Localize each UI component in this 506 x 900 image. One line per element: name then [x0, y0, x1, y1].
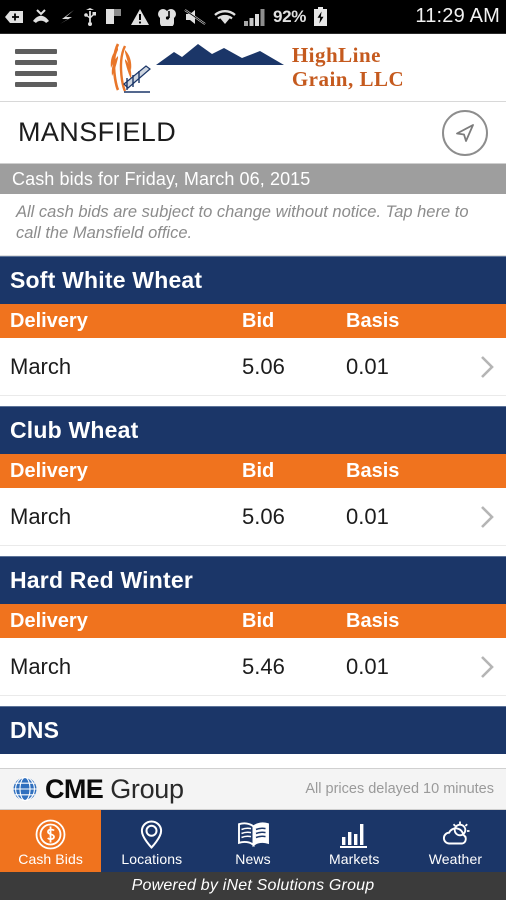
table-row[interactable]: March 5.06 0.01 [0, 488, 506, 546]
cme-globe-icon [13, 776, 37, 802]
cash-bids-list[interactable]: Soft White Wheat Delivery Bid Basis Marc… [0, 256, 506, 768]
commodity-name: Club Wheat [10, 417, 139, 443]
disclaimer-text: All cash bids are subject to change with… [16, 203, 469, 243]
logo-mark-icon [110, 42, 151, 93]
tab-label: Cash Bids [18, 851, 83, 867]
logo-mountain-icon [155, 43, 284, 65]
tab-cash-bids[interactable]: Cash Bids [0, 810, 102, 872]
cell-delivery: March [10, 653, 72, 679]
flag-icon [106, 8, 121, 24]
commodity-name: Soft White Wheat [10, 267, 203, 293]
navigation-arrow-icon[interactable] [442, 109, 488, 156]
back-plus-icon [5, 10, 23, 23]
tab-markets[interactable]: Markets [304, 810, 405, 872]
logo-line-1: HighLine [291, 43, 382, 67]
sun-cloud-icon [439, 818, 472, 850]
dollar-coin-icon [35, 818, 66, 850]
column-header-basis: Basis [346, 609, 400, 632]
location-title-bar: MANSFIELD [0, 102, 506, 164]
game-music-icon [158, 8, 176, 26]
android-status-bar: 92% 11:29 AM [0, 0, 506, 34]
battery-percent-label: 92% [273, 6, 307, 26]
column-header-row: Delivery Bid Basis [0, 304, 506, 338]
highline-grain-logo: HighLine Grain, LLC [0, 40, 506, 96]
section-spacer [0, 396, 506, 406]
bar-chart-icon [339, 818, 370, 850]
column-header-row: Delivery Bid Basis [0, 454, 506, 488]
status-bar-right: 11:29 AM [411, 5, 500, 28]
cell-delivery: March [10, 353, 72, 379]
cell-bid: 5.06 [242, 353, 285, 379]
cell-basis: 0.01 [346, 503, 389, 529]
column-header-delivery: Delivery [10, 609, 88, 632]
cell-basis: 0.01 [346, 353, 389, 379]
tab-label: Weather [428, 851, 483, 867]
missed-call-icon [33, 8, 49, 23]
app-header: HighLine Grain, LLC [0, 34, 506, 102]
commodity-header: DNS [0, 706, 506, 754]
column-header-bid: Bid [242, 309, 275, 332]
cell-bid: 5.06 [242, 503, 285, 529]
clock-label: 11:29 AM [415, 5, 500, 27]
cash-bids-date-bar: Cash bids for Friday, March 06, 2015 [0, 164, 506, 194]
tab-label: Locations [121, 851, 183, 867]
commodity-header: Soft White Wheat [0, 256, 506, 304]
commodity-header: Club Wheat [0, 406, 506, 454]
app-root: 92% 11:29 AM HighLine Grain, LLC MANSFIE… [0, 0, 506, 900]
tab-label: Markets [328, 851, 380, 867]
chevron-right-icon [454, 653, 496, 681]
mute-icon [184, 8, 206, 25]
disclaimer-tap-to-call[interactable]: All cash bids are subject to change with… [0, 194, 506, 256]
column-header-basis: Basis [346, 309, 400, 332]
map-pin-icon [136, 818, 167, 850]
warning-icon [131, 8, 149, 25]
cme-brand-bold: CME [45, 773, 104, 804]
commodity-name: DNS [10, 717, 60, 743]
powered-by-footer: Powered by iNet Solutions Group [0, 872, 506, 900]
column-header-basis: Basis [346, 459, 400, 482]
usb-icon [84, 7, 96, 26]
powered-by-label: Powered by iNet Solutions Group [131, 877, 375, 894]
logo-wordmark: HighLine Grain, LLC [292, 45, 404, 90]
table-row[interactable]: March 5.46 0.01 [0, 638, 506, 696]
cme-group-bar: CME Group All prices delayed 10 minutes [0, 768, 506, 810]
cell-delivery: March [10, 503, 72, 529]
column-header-bid: Bid [242, 459, 275, 482]
sprint-logo-icon [60, 9, 74, 24]
cell-basis: 0.01 [346, 653, 389, 679]
tab-news[interactable]: News [202, 810, 303, 872]
column-header-delivery: Delivery [10, 459, 88, 482]
wifi-icon [214, 9, 236, 24]
section-spacer [0, 696, 506, 706]
logo-line-2: Grain, LLC [291, 67, 405, 91]
cash-bids-date-label: Cash bids for Friday, March 06, 2015 [12, 168, 311, 189]
tab-label: News [235, 851, 271, 867]
open-book-icon [237, 818, 270, 850]
cme-brand-light: Group [110, 773, 184, 804]
chevron-right-icon [454, 353, 496, 381]
column-header-delivery: Delivery [10, 309, 88, 332]
cell-bid: 5.46 [242, 653, 285, 679]
charging-battery-icon [314, 7, 328, 26]
commodity-name: Hard Red Winter [10, 567, 193, 593]
column-header-bid: Bid [242, 609, 275, 632]
tab-locations[interactable]: Locations [101, 810, 202, 872]
commodity-header: Hard Red Winter [0, 556, 506, 604]
bottom-tab-bar: Cash Bids Locations News Markets Weather [0, 810, 506, 872]
status-bar-left-icons: 92% [4, 7, 411, 27]
hamburger-menu-icon[interactable] [0, 34, 72, 101]
cme-brand: CME Group [12, 774, 305, 805]
price-delay-note: All prices delayed 10 minutes [305, 781, 494, 797]
table-row[interactable]: March 5.06 0.01 [0, 338, 506, 396]
column-header-row: Delivery Bid Basis [0, 604, 506, 638]
chevron-right-icon [454, 503, 496, 531]
tab-weather[interactable]: Weather [405, 810, 506, 872]
page-title: MANSFIELD [18, 117, 177, 147]
signal-bars-icon [244, 8, 265, 26]
section-spacer [0, 546, 506, 556]
